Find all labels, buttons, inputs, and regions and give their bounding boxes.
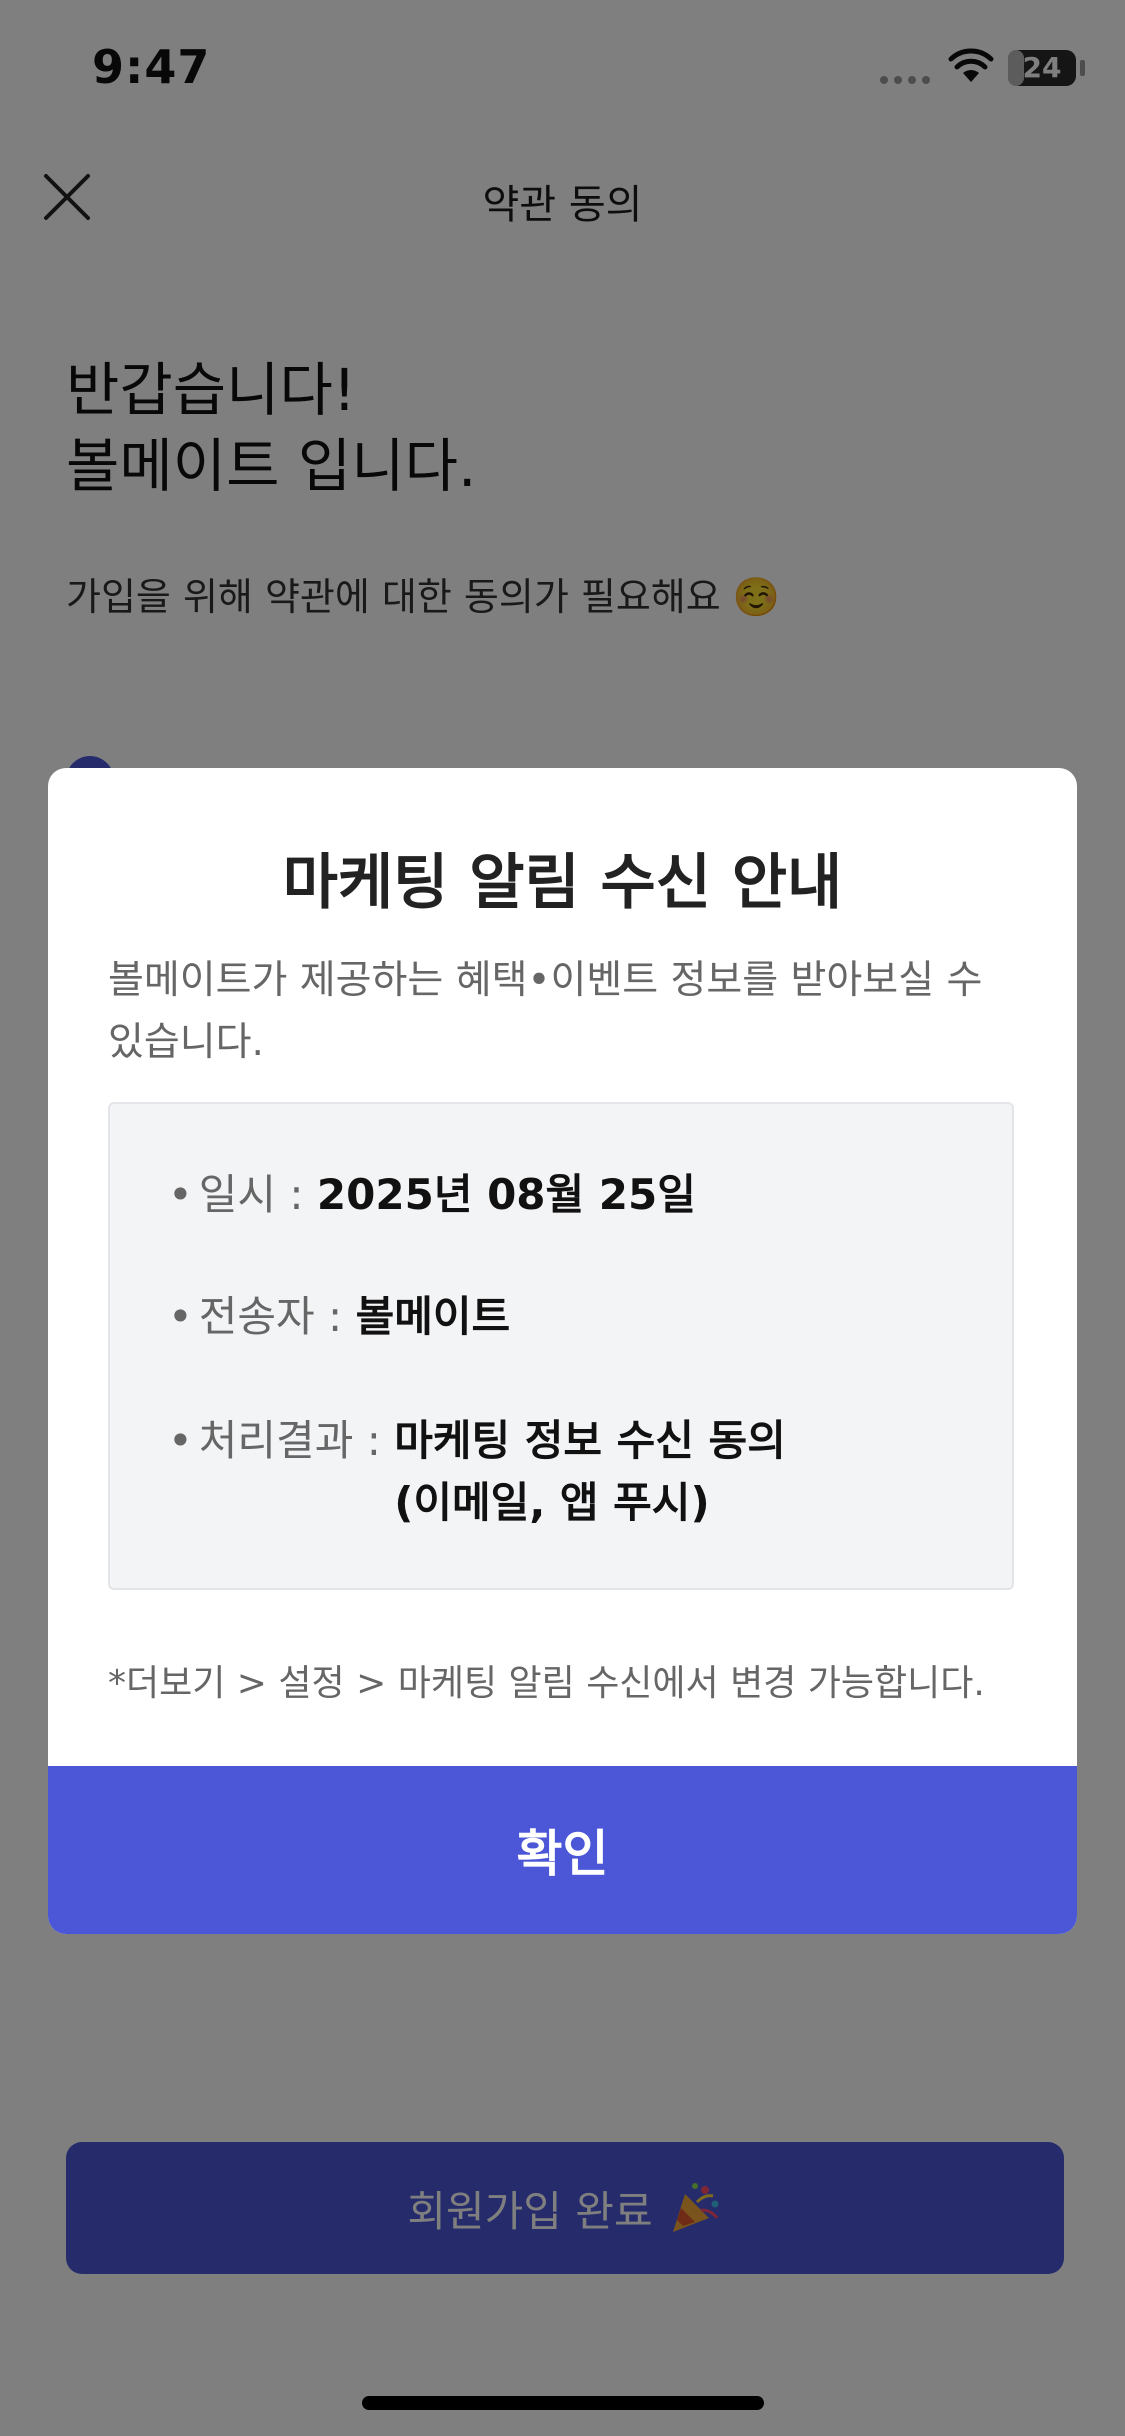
modal-description: 볼메이트가 제공하는 혜택•이벤트 정보를 받아보실 수 있습니다.	[108, 958, 983, 1065]
bullet: •	[168, 1416, 193, 1465]
sender-label: 전송자 :	[198, 1292, 356, 1341]
settings-footnote: *더보기 > 설정 > 마케팅 알림 수신에서 변경 가능합니다.	[108, 1663, 985, 1704]
result-value-line-2: (이메일, 앱 푸시)	[394, 1478, 710, 1527]
bullet: •	[168, 1170, 193, 1219]
date-value: 2025년 08월 25일	[316, 1170, 696, 1219]
result-label: 처리결과 :	[198, 1416, 395, 1465]
date-label: 일시 :	[198, 1170, 317, 1219]
terms-agreement-screen: 9:47 24 약관 동의 반갑습니다! 볼메이트 입니다. 가입을 위해 약관…	[0, 0, 1125, 2436]
bullet: •	[168, 1292, 193, 1341]
confirm-button[interactable]: 확인	[48, 1766, 1077, 1934]
modal-title: 마케팅 알림 수신 안내	[282, 848, 843, 918]
marketing-consent-modal: 마케팅 알림 수신 안내 볼메이트가 제공하는 혜택•이벤트 정보를 받아보실 …	[48, 768, 1077, 1934]
info-row-result: • 처리결과 : 마케팅 정보 수신 동의 (이메일, 앱 푸시)	[168, 1410, 786, 1534]
info-row-sender: • 전송자 : 볼메이트	[168, 1286, 510, 1348]
sender-value: 볼메이트	[355, 1292, 511, 1341]
result-value-line-1: 마케팅 정보 수신 동의	[394, 1416, 786, 1465]
result-value: 마케팅 정보 수신 동의 (이메일, 앱 푸시)	[394, 1410, 786, 1534]
consent-info-box: • 일시 : 2025년 08월 25일 • 전송자 : 볼메이트 • 처리결과…	[108, 1102, 1014, 1590]
info-row-date: • 일시 : 2025년 08월 25일	[168, 1164, 696, 1226]
